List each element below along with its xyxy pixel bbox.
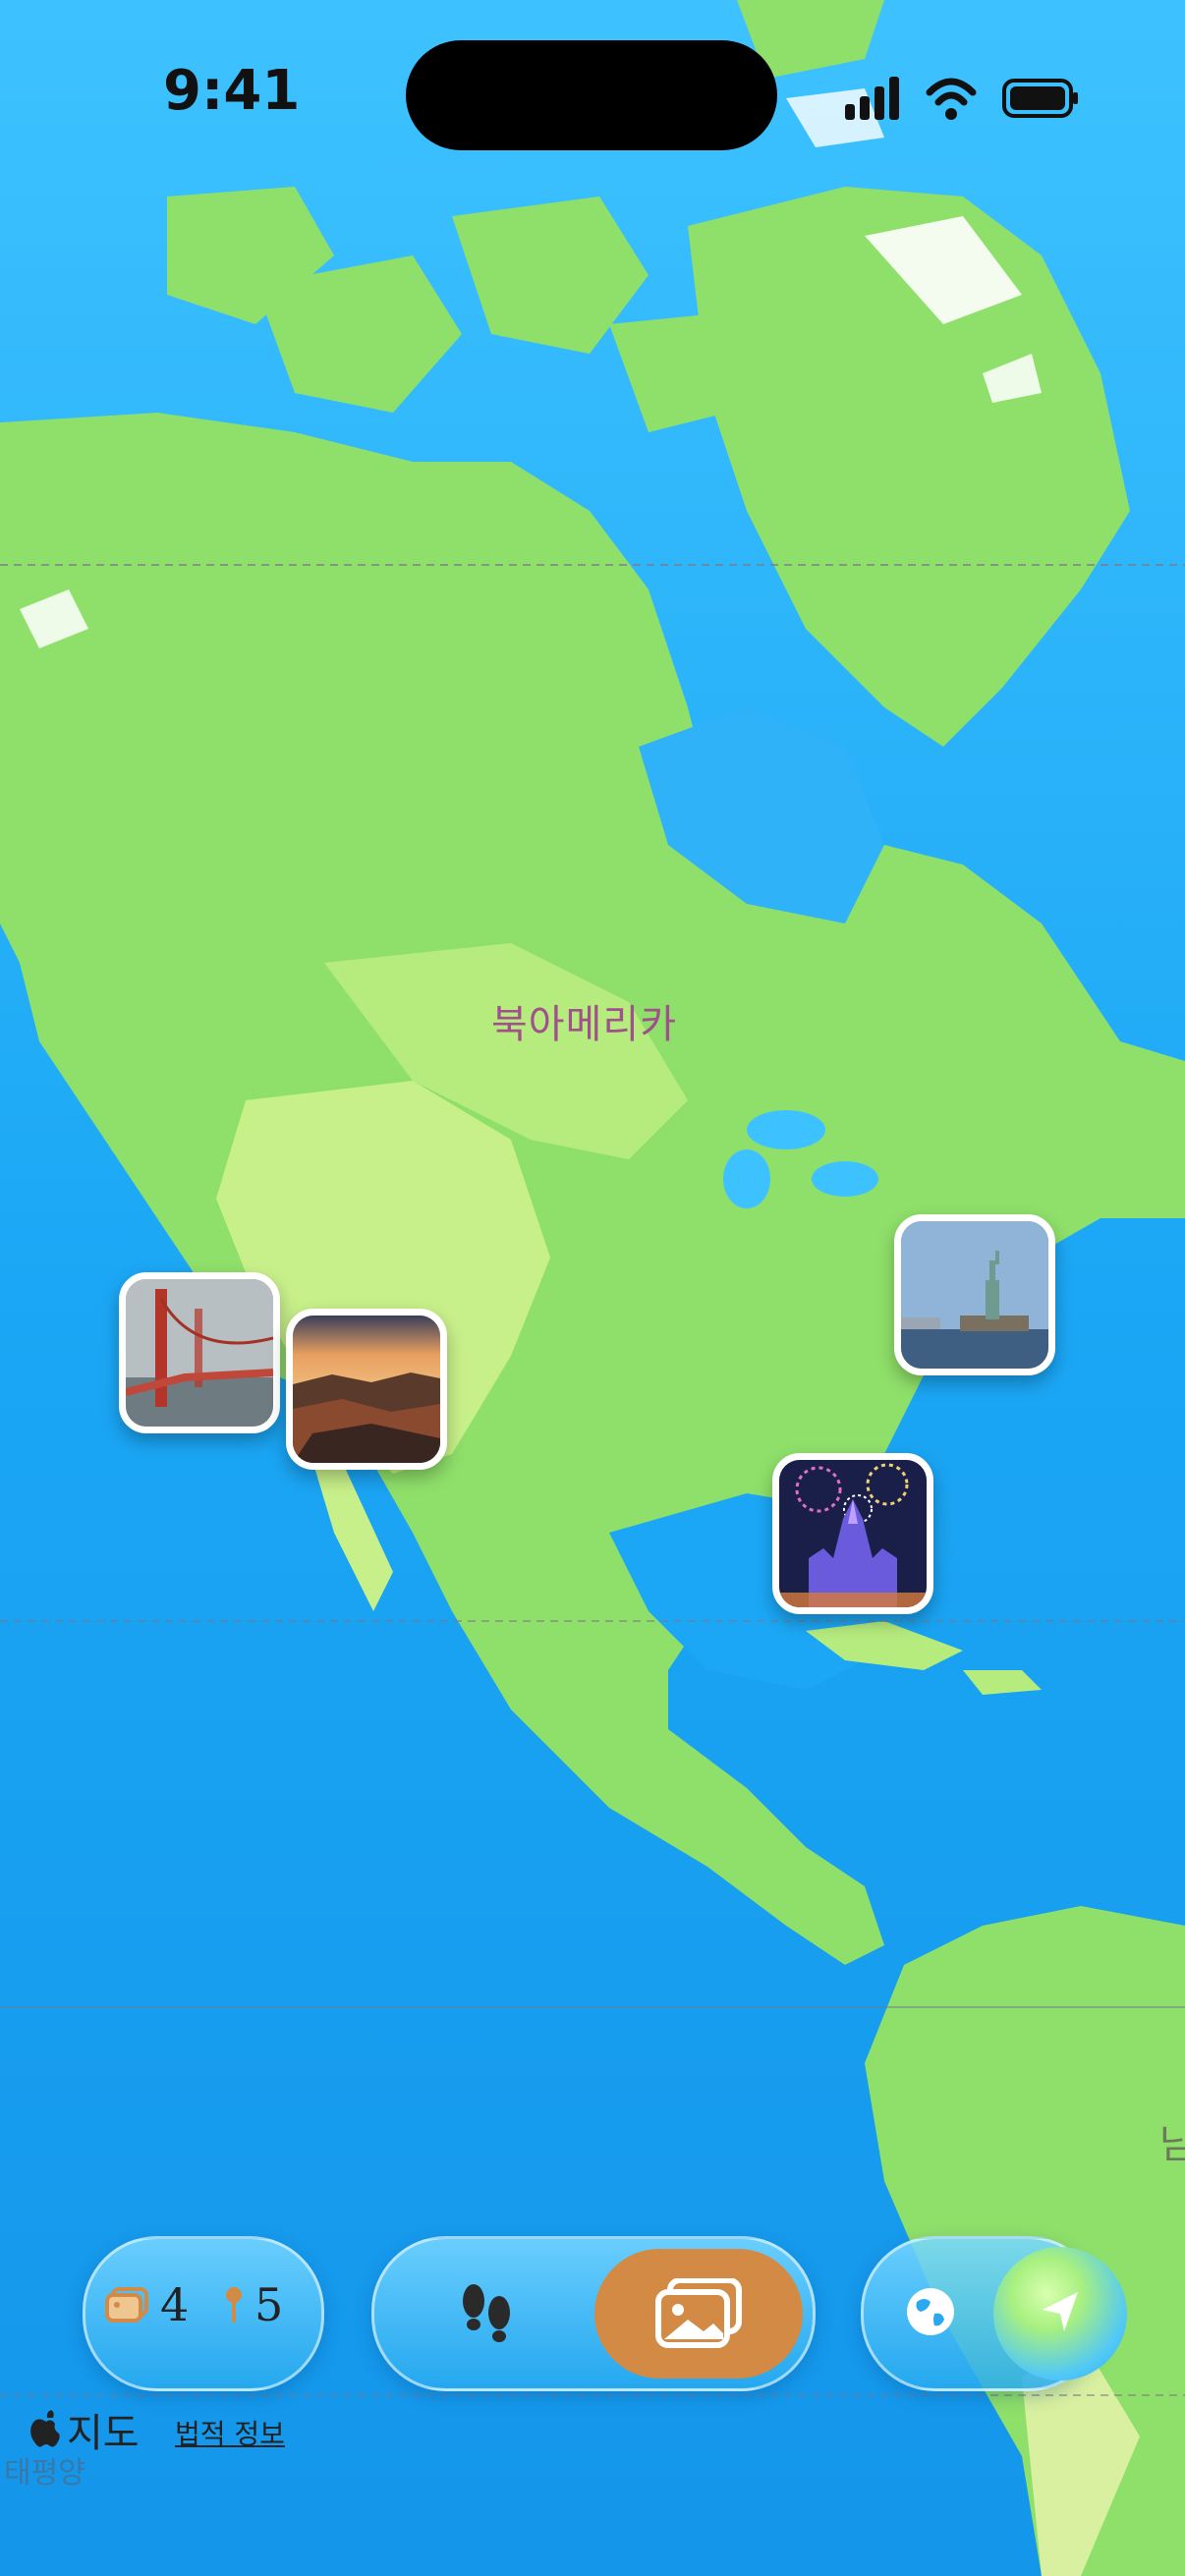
pins-count: 5 [254, 2278, 284, 2331]
pacific-ocean-label: 태평양 [4, 2456, 85, 2491]
footprints-mode-button[interactable] [382, 2249, 591, 2379]
photo-pin-statue-of-liberty[interactable] [894, 1214, 1055, 1375]
cellular-signal-icon [845, 77, 899, 120]
stats-pill[interactable]: 4 5 [83, 2236, 324, 2391]
photos-mode-button[interactable] [594, 2249, 803, 2379]
status-bar: 9:41 [0, 0, 1185, 187]
photo-pin-golden-gate[interactable] [119, 1272, 280, 1433]
status-icons [845, 77, 1078, 120]
pins-count-group: 5 [223, 2278, 283, 2331]
globe-icon [907, 2288, 954, 2335]
dynamic-island [406, 40, 777, 150]
view-controls-pill[interactable] [861, 2236, 1127, 2391]
globe-button[interactable] [901, 2282, 960, 2346]
pin-icon [226, 2287, 242, 2323]
location-arrow-icon [1043, 2292, 1078, 2331]
castle-fireworks-photo [779, 1460, 927, 1607]
grand-canyon-photo [293, 1316, 440, 1463]
statue-of-liberty-photo [901, 1221, 1048, 1369]
south-america-label-partial: 남 [1159, 2122, 1185, 2167]
photo-pin-grand-canyon[interactable] [286, 1309, 447, 1470]
photos-count-group: 4 [105, 2278, 189, 2331]
continent-label: 북아메리카 [491, 1002, 677, 1047]
status-time: 9:41 [163, 59, 301, 123]
legal-info-link[interactable]: 법적 정보 [175, 2413, 285, 2452]
wifi-icon [926, 78, 977, 120]
apple-logo-icon [30, 2410, 60, 2447]
current-location-button[interactable] [993, 2247, 1127, 2380]
mode-segmented-control[interactable] [371, 2236, 816, 2391]
photo-pin-castle-fireworks[interactable] [772, 1453, 933, 1614]
golden-gate-bridge-photo [126, 1279, 273, 1427]
photos-icon [655, 2278, 742, 2348]
battery-icon [1002, 79, 1078, 118]
photo-stack-icon [105, 2287, 148, 2323]
photos-count: 4 [160, 2278, 190, 2331]
footprints-icon [463, 2284, 510, 2342]
